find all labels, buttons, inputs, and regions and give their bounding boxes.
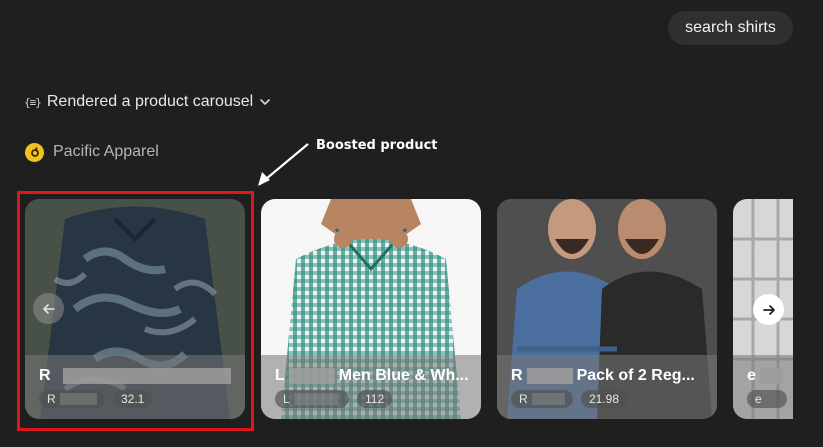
product-title: L Men Blue & Wh... [275,367,469,384]
product-info: R Pack of 2 Reg... R 21.98 [497,355,717,419]
arrow-right-icon [762,304,775,315]
merchant-chip: e [747,390,787,408]
merchant-chip: R [511,390,573,408]
product-title: e [747,367,783,385]
chevron-down-icon [260,99,271,105]
redacted-block [288,368,335,384]
redacted-block [293,393,338,405]
price-chip: 112 [357,390,393,408]
price-chip: 21.98 [581,390,628,408]
redacted-block [759,368,783,384]
carousel-next-button[interactable] [753,294,784,325]
merchant-name: Pacific Apparel [53,143,159,160]
product-info: L Men Blue & Wh... L 112 [261,355,481,419]
search-shirts-pill[interactable]: search shirts [668,11,793,45]
carousel-tool-toggle[interactable]: {≡} Rendered a product carousel [24,92,271,112]
redacted-block [531,393,565,405]
product-info: e e [733,355,793,419]
boosted-product-annotation: Boosted product [316,138,438,153]
product-card[interactable]: R Pack of 2 Reg... R 21.98 [497,199,717,419]
code-braces-icon: {≡} [24,95,42,109]
merchant-row[interactable]: Pacific Apparel [25,141,159,163]
tool-label: Rendered a product carousel [46,93,254,110]
merchant-chip: L [275,390,349,408]
redacted-block [526,368,573,384]
carousel-prev-button[interactable] [33,293,64,324]
arrow-left-icon [42,303,55,314]
annotation-arrow-icon [258,143,309,186]
product-card[interactable]: L Men Blue & Wh... L 112 [261,199,481,419]
merchant-logo-icon [25,142,44,162]
product-title: R Pack of 2 Reg... [511,367,695,384]
